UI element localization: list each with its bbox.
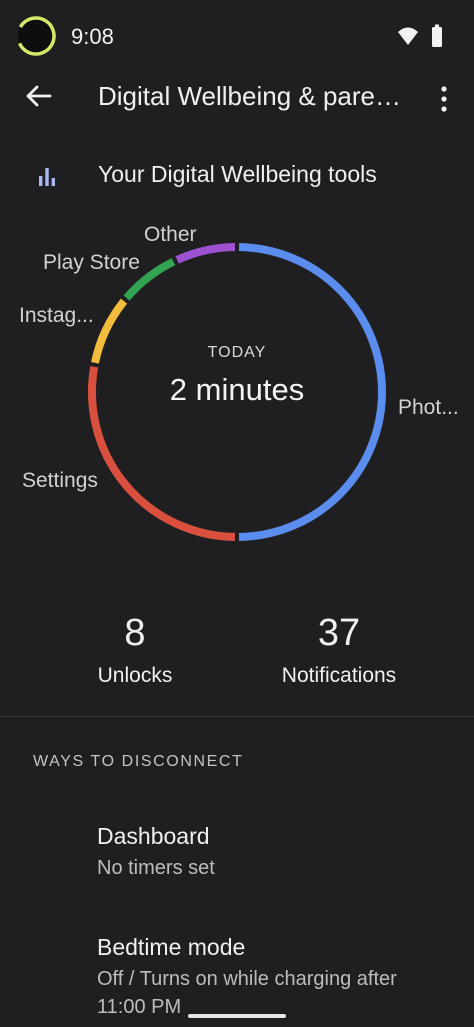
bar-chart-icon [39, 168, 55, 186]
gesture-nav-handle[interactable] [188, 1014, 286, 1018]
divider [0, 716, 474, 717]
slice-label-photos: Phot... [398, 396, 459, 419]
chart-center-caption: TODAY [208, 344, 267, 361]
slice-label-settings: Settings [22, 469, 98, 492]
list-item-dashboard[interactable]: Dashboard No timers set [97, 821, 447, 882]
notifications-label: Notifications [281, 664, 397, 687]
status-bar: 9:08 [0, 0, 474, 72]
page-title: Digital Wellbeing & parental controls [98, 81, 413, 111]
notifications-stat: 37 Notifications [229, 610, 449, 688]
more-vert-icon[interactable] [428, 75, 460, 119]
slice-instagram [91, 298, 128, 364]
wellbeing-tools-label: Your Digital Wellbeing tools [98, 161, 377, 187]
wifi-icon [398, 27, 418, 45]
list-item-subtitle: No timers set [97, 857, 215, 879]
wellbeing-tools-row[interactable]: Your Digital Wellbeing tools [0, 148, 474, 204]
list-item-title: Bedtime mode [97, 934, 246, 960]
arrow-back-icon[interactable] [16, 74, 60, 118]
battery-icon [432, 24, 442, 47]
list-item-bedtime-mode[interactable]: Bedtime mode Off / Turns on while chargi… [97, 932, 447, 1021]
slice-label-instagram: Instag... [19, 304, 94, 327]
status-time: 9:08 [71, 24, 114, 49]
status-icons [398, 24, 442, 47]
top-app-bar: Digital Wellbeing & parental controls [0, 72, 474, 124]
slice-label-play-store: Play Store [43, 251, 140, 274]
section-header: WAYS TO DISCONNECT [33, 753, 244, 770]
usage-donut-chart[interactable]: TODAY 2 minutes Phot... Settings Instag.… [0, 205, 474, 565]
notifications-value: 37 [317, 612, 361, 654]
slice-other [175, 243, 236, 264]
list-item-title: Dashboard [97, 823, 210, 849]
list-item-subtitle: Off / Turns on while charging after 11:0… [97, 968, 397, 1018]
unlocks-stat: 8 Unlocks [25, 610, 245, 688]
unlocks-value: 8 [124, 612, 146, 654]
unlocks-label: Unlocks [97, 664, 173, 687]
slice-label-other: Other [144, 223, 197, 246]
chart-center-value: 2 minutes [170, 372, 304, 407]
activity-ring-icon [16, 16, 56, 56]
